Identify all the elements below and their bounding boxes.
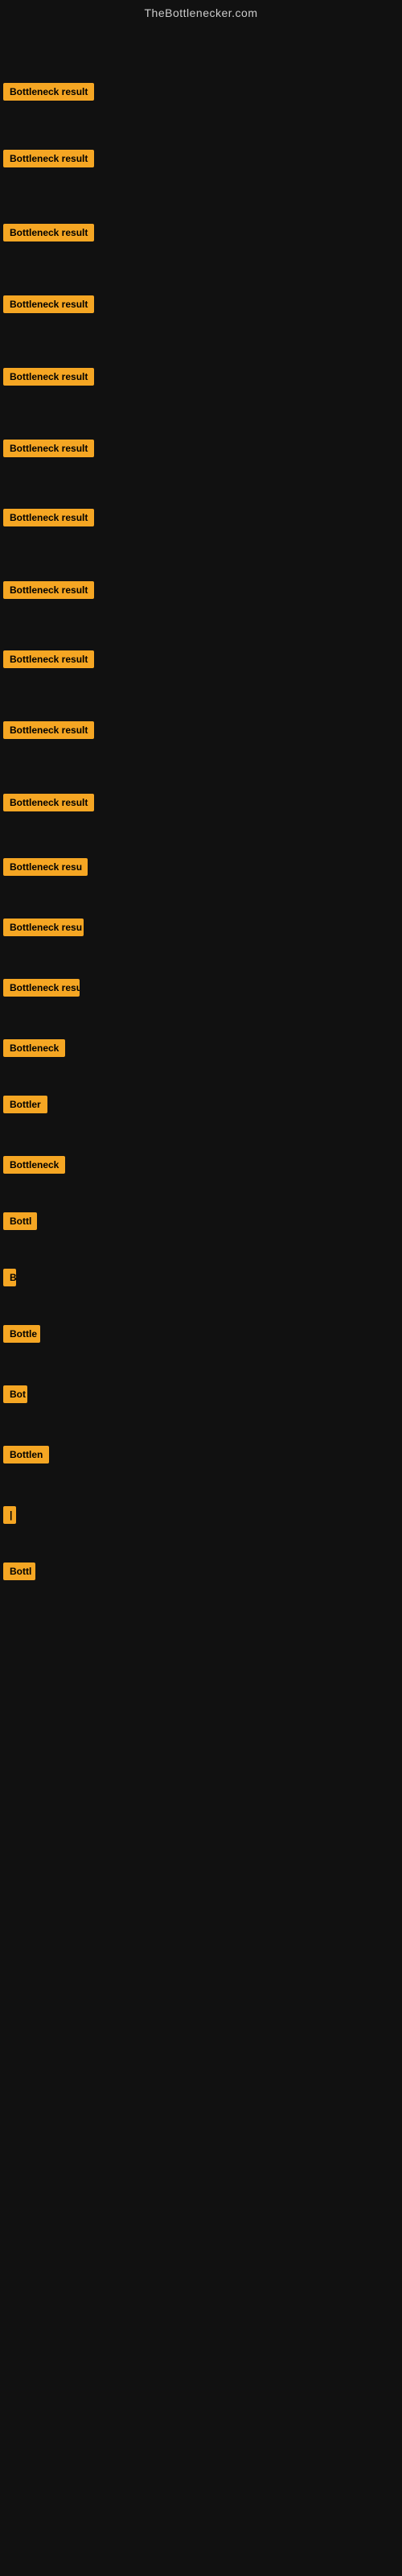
list-item: B — [3, 1265, 16, 1294]
bottleneck-badge: B — [3, 1269, 16, 1286]
list-item: Bottleneck result — [3, 365, 94, 393]
list-item: Bottleneck — [3, 1036, 65, 1064]
list-item: Bottleneck result — [3, 506, 94, 534]
site-title: TheBottlenecker.com — [0, 0, 402, 29]
list-item: Bottleneck result — [3, 80, 94, 108]
bottleneck-badge: Bottleneck resu — [3, 858, 88, 876]
list-item: Bottleneck resu — [3, 915, 84, 943]
list-item: Bottleneck result — [3, 647, 94, 675]
bottleneck-badge: Bottleneck result — [3, 794, 94, 811]
bottleneck-badge: Bottl — [3, 1563, 35, 1580]
bottleneck-badge: Bottler — [3, 1096, 47, 1113]
list-item: Bottl — [3, 1559, 35, 1587]
list-item: Bottleneck result — [3, 147, 94, 175]
bottleneck-badge: Bottleneck resu — [3, 979, 80, 997]
list-item: Bottle — [3, 1322, 40, 1350]
bottleneck-badge: Bottlen — [3, 1446, 49, 1463]
list-item: Bottleneck result — [3, 718, 94, 746]
list-item: Bottleneck resu — [3, 855, 88, 883]
bottleneck-badge: | — [3, 1506, 16, 1524]
list-item: Bot — [3, 1382, 27, 1410]
bottleneck-badge: Bottleneck result — [3, 721, 94, 739]
bottleneck-badge: Bot — [3, 1385, 27, 1403]
bottleneck-badge: Bottleneck result — [3, 224, 94, 242]
list-item: Bottleneck result — [3, 221, 94, 249]
list-item: Bottleneck result — [3, 436, 94, 464]
list-item: Bottleneck result — [3, 791, 94, 819]
list-item: | — [3, 1503, 16, 1531]
bottleneck-badge: Bottleneck result — [3, 295, 94, 313]
bottleneck-badge: Bottleneck result — [3, 509, 94, 526]
bottleneck-badge: Bottl — [3, 1212, 37, 1230]
bottleneck-badge: Bottleneck result — [3, 440, 94, 457]
list-item: Bottleneck — [3, 1153, 65, 1181]
bottleneck-list: Bottleneck result Bottleneck result Bottle… — [0, 29, 402, 2444]
site-header: TheBottlenecker.com — [0, 0, 402, 29]
bottleneck-badge: Bottleneck result — [3, 581, 94, 599]
list-item: Bottlen — [3, 1443, 49, 1471]
list-item: Bottleneck resu — [3, 976, 80, 1004]
list-item: Bottleneck result — [3, 292, 94, 320]
bottleneck-badge: Bottle — [3, 1325, 40, 1343]
list-item: Bottl — [3, 1209, 37, 1237]
bottleneck-badge: Bottleneck — [3, 1156, 65, 1174]
bottleneck-badge: Bottleneck resu — [3, 919, 84, 936]
bottleneck-badge: Bottleneck result — [3, 368, 94, 386]
bottleneck-badge: Bottleneck result — [3, 650, 94, 668]
list-item: Bottler — [3, 1092, 47, 1121]
bottleneck-badge: Bottleneck result — [3, 150, 94, 167]
bottleneck-badge: Bottleneck — [3, 1039, 65, 1057]
bottleneck-badge: Bottleneck result — [3, 83, 94, 101]
list-item: Bottleneck result — [3, 578, 94, 606]
